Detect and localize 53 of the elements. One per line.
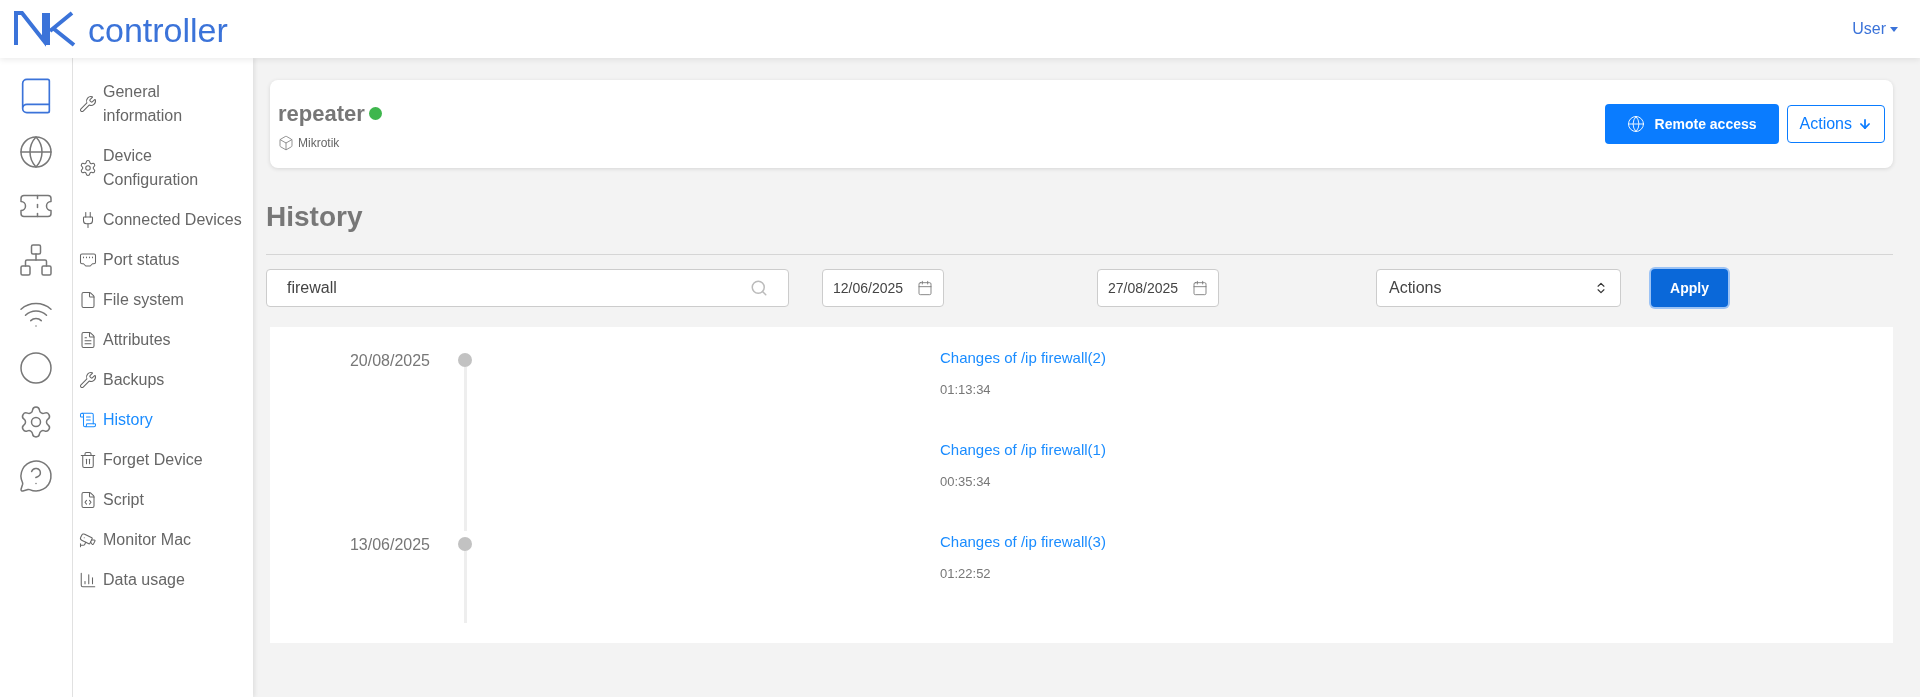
sidebar-item[interactable]: Forget Device: [73, 440, 253, 480]
logo-text: controller: [88, 13, 228, 47]
trash-icon: [79, 451, 97, 469]
calendar-icon: [917, 280, 933, 296]
tools-icon: [79, 371, 97, 389]
help-icon[interactable]: [18, 458, 54, 494]
vendor-label: Mikrotik: [298, 134, 340, 152]
bar-chart-icon: [79, 571, 97, 589]
sidebar-item[interactable]: Connected Devices: [73, 200, 253, 240]
sidebar-item[interactable]: Script: [73, 480, 253, 520]
globe-icon: [1626, 115, 1645, 133]
gear-icon: [79, 159, 97, 177]
circle-icon[interactable]: [18, 350, 54, 386]
camera-icon: [79, 531, 97, 549]
device-name: repeater: [278, 99, 365, 128]
scroll-icon: [79, 411, 97, 429]
network-icon[interactable]: [18, 242, 54, 278]
user-menu[interactable]: User: [1852, 17, 1898, 41]
document-icon: [79, 331, 97, 349]
search-icon: [750, 279, 768, 297]
timeline-date: 13/06/2025: [349, 535, 430, 555]
history-entry-link[interactable]: Changes of /ip firewall(1): [940, 439, 1106, 462]
arrow-down-icon: [1858, 117, 1872, 131]
remote-access-button[interactable]: Remote access: [1604, 104, 1779, 144]
date-to-field[interactable]: 27/08/2025: [1097, 269, 1219, 307]
apply-button[interactable]: Apply: [1651, 269, 1728, 307]
history-entry-link[interactable]: Changes of /ip firewall(3): [940, 531, 1106, 554]
timeline-date: 20/08/2025: [349, 351, 430, 371]
vendor-logo-icon: [278, 134, 294, 151]
sidebar-item[interactable]: Backups: [73, 360, 253, 400]
actions-button[interactable]: Actions: [1786, 105, 1885, 143]
sidebar-item[interactable]: Device Configuration: [73, 136, 253, 200]
calendar-icon: [1192, 280, 1208, 296]
sidebar-item[interactable]: Data usage: [73, 560, 253, 600]
date-from-field[interactable]: 12/06/2025: [822, 269, 944, 307]
action-select[interactable]: Actions: [1376, 269, 1621, 307]
sidebar-item[interactable]: General information: [73, 72, 253, 136]
entry-time: 01:13:34: [940, 380, 992, 399]
sidebar-item[interactable]: History: [73, 400, 253, 440]
history-entry-link[interactable]: Changes of /ip firewall(2): [940, 347, 1106, 370]
entry-time: 01:22:52: [940, 564, 992, 583]
search-field[interactable]: firewall: [266, 269, 789, 307]
sidebar-item[interactable]: Port status: [73, 240, 253, 280]
sidebar-item[interactable]: Attributes: [73, 320, 253, 360]
tools-icon: [79, 95, 97, 113]
file-icon: [79, 291, 97, 309]
port-icon: [79, 251, 97, 269]
entry-time: 00:35:34: [940, 472, 992, 491]
sidebar-item[interactable]: File system: [73, 280, 253, 320]
code-file-icon: [79, 491, 97, 509]
globe-icon[interactable]: [18, 134, 54, 170]
sidebar-item[interactable]: Monitor Mac: [73, 520, 253, 560]
page-title: History: [266, 200, 364, 234]
